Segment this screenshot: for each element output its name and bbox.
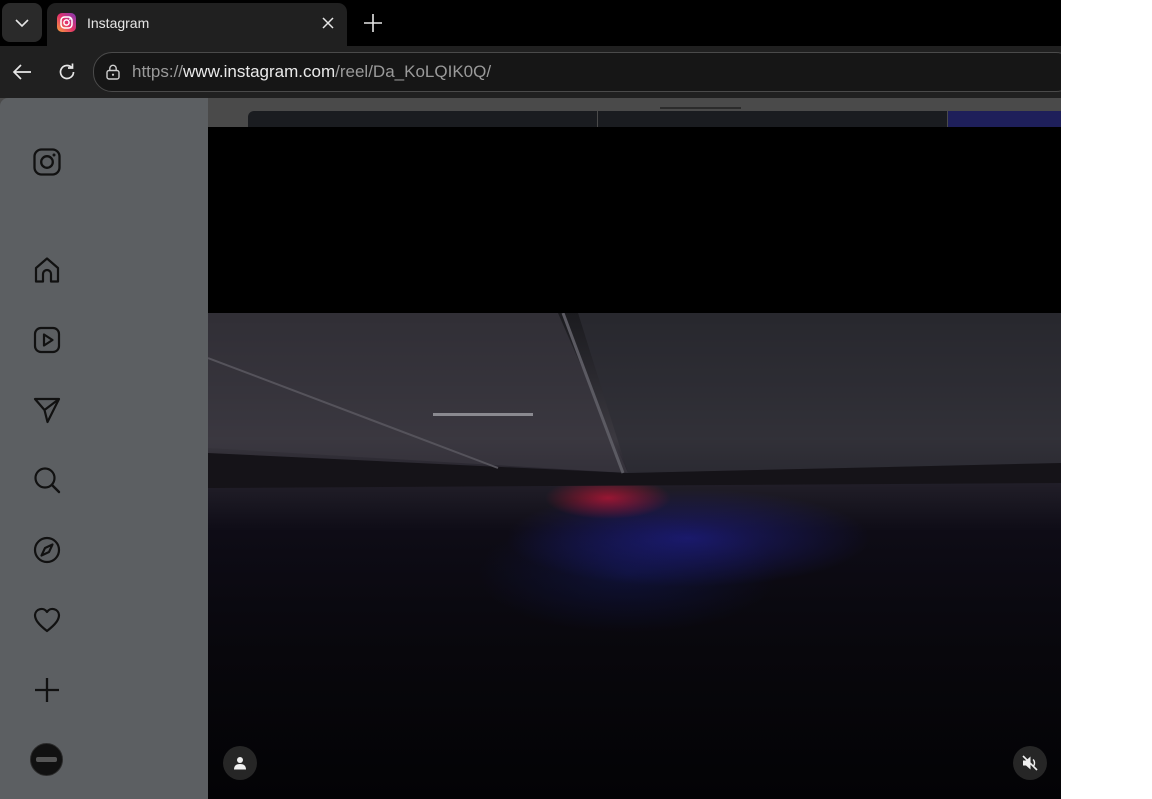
plus-icon — [364, 14, 382, 32]
tab-search-button[interactable] — [2, 3, 42, 42]
sidebar-item-notifications[interactable] — [30, 603, 64, 637]
home-icon — [34, 257, 60, 283]
feed-card-edge — [948, 111, 1061, 127]
url-path: /reel/Da_KoLQIK0Q/ — [335, 62, 492, 81]
sidebar-item-home[interactable] — [30, 253, 64, 287]
url-text: https://www.instagram.com/reel/Da_KoLQIK… — [132, 62, 491, 82]
sidebar-item-search[interactable] — [30, 463, 64, 497]
tab-instagram[interactable]: Instagram — [47, 3, 347, 46]
create-icon — [35, 678, 59, 702]
video-scene-overlay — [208, 313, 1061, 488]
sidebar-item-explore[interactable] — [30, 533, 64, 567]
site-info-icon[interactable] — [104, 63, 122, 81]
muted-icon — [1022, 755, 1038, 771]
tab-strip: Instagram — [0, 0, 1061, 46]
close-icon — [322, 17, 334, 29]
url-scheme: https:// — [132, 62, 184, 81]
progress-indicator — [660, 107, 741, 109]
feed-card-edge — [248, 111, 597, 127]
url-host: www.instagram.com — [183, 62, 336, 81]
reels-icon — [33, 326, 61, 354]
instagram-icon — [57, 13, 76, 32]
sidebar-item-create[interactable] — [30, 673, 64, 707]
search-icon — [34, 467, 61, 494]
chevron-down-icon — [15, 18, 29, 27]
sidebar-item-reels[interactable] — [30, 323, 64, 357]
close-tab-button[interactable] — [317, 12, 339, 34]
new-tab-button[interactable] — [359, 9, 387, 37]
explore-icon — [33, 536, 61, 564]
sidebar-item-messages[interactable] — [30, 393, 64, 427]
messages-icon — [33, 397, 61, 424]
instagram-sidebar — [0, 98, 208, 799]
sidebar-profile-avatar[interactable] — [30, 743, 63, 776]
tagged-users-button[interactable] — [223, 746, 257, 780]
reload-icon — [59, 63, 75, 80]
back-button[interactable] — [8, 58, 36, 86]
browser-toolbar: https://www.instagram.com/reel/Da_KoLQIK… — [0, 46, 1061, 98]
page-content — [0, 98, 1061, 799]
feed-card-edge — [598, 111, 947, 127]
unmute-button[interactable] — [1013, 746, 1047, 780]
browser-window: Instagram https://www.instagram.com/reel… — [0, 0, 1061, 799]
instagram-logo-icon — [33, 148, 61, 176]
reel-video-player[interactable] — [208, 127, 1061, 799]
heart-icon — [33, 607, 61, 633]
reload-button[interactable] — [53, 58, 81, 86]
user-icon — [234, 757, 246, 770]
address-bar[interactable]: https://www.instagram.com/reel/Da_KoLQIK… — [93, 52, 1061, 92]
back-arrow-icon — [12, 64, 31, 80]
instagram-logo-link[interactable] — [30, 145, 64, 179]
tab-title: Instagram — [87, 15, 150, 31]
